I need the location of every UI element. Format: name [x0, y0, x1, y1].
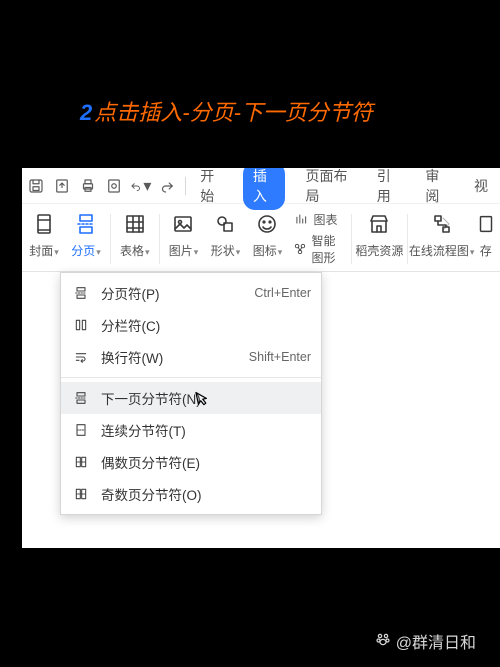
tab-view[interactable]: 视 [468, 173, 494, 199]
ribbon-label: 在线流程图▾ [409, 242, 475, 259]
separator [110, 214, 111, 264]
export-icon[interactable] [52, 175, 72, 197]
undo-icon[interactable]: ▾ [129, 175, 151, 197]
ribbon-label: 图标▾ [253, 242, 283, 259]
menu-text-wrap[interactable]: 换行符(W) Shift+Enter [61, 341, 321, 373]
odd-page-section-icon [71, 484, 91, 504]
ribbon-page-break[interactable]: 分页▾ [66, 210, 106, 259]
table-icon [121, 210, 149, 238]
ribbon-label: 稻壳资源 [355, 242, 403, 259]
ribbon-more[interactable]: 存 [474, 210, 498, 259]
tab-start[interactable]: 开始 [194, 168, 229, 209]
picture-icon [169, 210, 197, 238]
store-icon [365, 210, 393, 238]
author-watermark: @群清日和 [374, 629, 476, 653]
ribbon-label: 存 [480, 242, 492, 259]
menu-label: 分栏符(C) [101, 315, 160, 335]
smartart-label: 智能图形 [311, 232, 343, 266]
ribbon-picture[interactable]: 图片▾ [163, 210, 203, 259]
ribbon-label: 形状▾ [211, 242, 241, 259]
cover-page-icon [30, 210, 58, 238]
paw-icon [374, 630, 392, 653]
redo-icon[interactable] [157, 175, 177, 197]
shapes-icon [211, 210, 239, 238]
ribbon-tabs: 开始 插入 页面布局 引用 审阅 视 [194, 168, 496, 210]
menu-label: 下一页分节符(N) [101, 388, 201, 408]
print-icon[interactable] [78, 175, 98, 197]
author-handle: @群清日和 [396, 629, 476, 653]
preview-icon[interactable] [104, 175, 124, 197]
save-icon[interactable] [26, 175, 46, 197]
ribbon-icons[interactable]: 图标▾ [247, 210, 287, 259]
text-wrap-icon [71, 347, 91, 367]
ribbon-resource[interactable]: 稻壳资源 [356, 210, 403, 259]
ribbon-table[interactable]: 表格▾ [115, 210, 155, 259]
step-number: 2 [80, 100, 92, 125]
chart-icon [293, 211, 309, 227]
ribbon-label: 封面▾ [29, 242, 59, 259]
menu-divider [61, 377, 321, 378]
tab-references[interactable]: 引用 [371, 168, 406, 209]
menu-even-page-section[interactable]: 偶数页分节符(E) [61, 446, 321, 478]
menu-odd-page-section[interactable]: 奇数页分节符(O) [61, 478, 321, 510]
ribbon-flowchart[interactable]: 在线流程图▾ [412, 210, 472, 259]
next-page-section-icon [71, 388, 91, 408]
ribbon-chart-smart: 图表 智能图形 [289, 210, 347, 266]
emoji-icon [253, 210, 281, 238]
menu-label: 分页符(P) [101, 283, 160, 303]
separator [159, 214, 160, 264]
menu-label: 连续分节符(T) [101, 420, 186, 440]
ribbon-label: 分页▾ [71, 242, 101, 259]
ribbon-label: 表格▾ [120, 242, 150, 259]
menu-page-break[interactable]: 分页符(P) Ctrl+Enter [61, 277, 321, 309]
more-icon [472, 210, 500, 238]
page-break-dropdown: 分页符(P) Ctrl+Enter 分栏符(C) 换行符(W) Shift+En… [60, 272, 322, 515]
smartart-icon [293, 241, 307, 257]
instruction-caption: 2点击插入-分页-下一页分节符 [80, 95, 373, 127]
menu-shortcut: Shift+Enter [249, 350, 311, 364]
menu-shortcut: Ctrl+Enter [254, 286, 311, 300]
page-break-icon [72, 210, 100, 238]
even-page-section-icon [71, 452, 91, 472]
menu-next-page-section[interactable]: 下一页分节符(N) [61, 382, 321, 414]
chevron-down-icon: ▾ [143, 176, 151, 196]
ribbon-smartart[interactable]: 智能图形 [293, 232, 343, 266]
menu-label: 奇数页分节符(O) [101, 484, 202, 504]
tab-page-layout[interactable]: 页面布局 [299, 168, 356, 209]
ribbon-shapes[interactable]: 形状▾ [205, 210, 245, 259]
separator [407, 214, 408, 264]
tab-insert[interactable]: 插入 [243, 168, 286, 210]
quick-access-toolbar: ▾ 开始 插入 页面布局 引用 审阅 视 [22, 168, 500, 204]
tab-review[interactable]: 审阅 [419, 168, 454, 209]
menu-label: 换行符(W) [101, 347, 163, 367]
wps-window: ▾ 开始 插入 页面布局 引用 审阅 视 封面▾ 分页▾ [22, 168, 500, 548]
ribbon-label: 图片▾ [169, 242, 199, 259]
menu-label: 偶数页分节符(E) [101, 452, 200, 472]
page-break-icon [71, 283, 91, 303]
separator [351, 214, 352, 264]
caption-text: 点击插入-分页-下一页分节符 [94, 100, 373, 125]
continuous-section-icon [71, 420, 91, 440]
chart-label: 图表 [313, 211, 337, 228]
ribbon-cover-page[interactable]: 封面▾ [24, 210, 64, 259]
separator [185, 177, 186, 195]
flowchart-icon [428, 210, 456, 238]
ribbon-insert: 封面▾ 分页▾ 表格▾ 图片▾ 形状▾ [22, 204, 500, 272]
menu-column-break[interactable]: 分栏符(C) [61, 309, 321, 341]
menu-continuous-section[interactable]: 连续分节符(T) [61, 414, 321, 446]
ribbon-chart[interactable]: 图表 [293, 211, 343, 228]
column-break-icon [71, 315, 91, 335]
